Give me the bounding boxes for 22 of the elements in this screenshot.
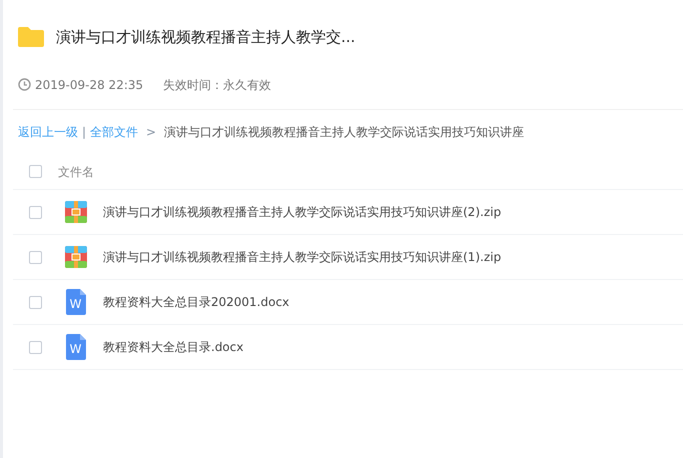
share-date: 2019-09-28 22:35 bbox=[35, 76, 144, 94]
file-name[interactable]: 演讲与口才训练视频教程播音主持人教学交际说话实用技巧知识讲座(1).zip bbox=[103, 248, 502, 266]
file-name[interactable]: 教程资料大全总目录.docx bbox=[103, 338, 244, 356]
file-name[interactable]: 演讲与口才训练视频教程播音主持人教学交际说话实用技巧知识讲座(2).zip bbox=[103, 203, 502, 221]
clock-icon bbox=[18, 78, 31, 91]
share-title: 演讲与口才训练视频教程播音主持人教学交... bbox=[56, 26, 356, 48]
checkbox[interactable] bbox=[29, 296, 42, 308]
checkbox[interactable] bbox=[29, 340, 42, 354]
archive-icon bbox=[65, 201, 87, 223]
checkbox[interactable] bbox=[29, 165, 42, 178]
column-header: 文件名 bbox=[58, 164, 94, 180]
word-document-icon: W bbox=[66, 289, 86, 315]
word-document-icon: W bbox=[66, 334, 86, 360]
checkbox[interactable] bbox=[29, 250, 42, 264]
checkbox[interactable] bbox=[29, 206, 42, 218]
archive-icon bbox=[65, 246, 87, 268]
breadcrumb-current: 演讲与口才训练视频教程播音主持人教学交际说话实用技巧知识讲座 bbox=[164, 124, 524, 141]
expiry-text: 失效时间：永久有效 bbox=[163, 76, 272, 94]
folder-icon bbox=[18, 27, 44, 47]
breadcrumb-separator: | bbox=[82, 124, 86, 141]
file-name[interactable]: 教程资料大全总目录202001.docx bbox=[103, 293, 290, 311]
breadcrumb-arrow: > bbox=[146, 124, 156, 141]
